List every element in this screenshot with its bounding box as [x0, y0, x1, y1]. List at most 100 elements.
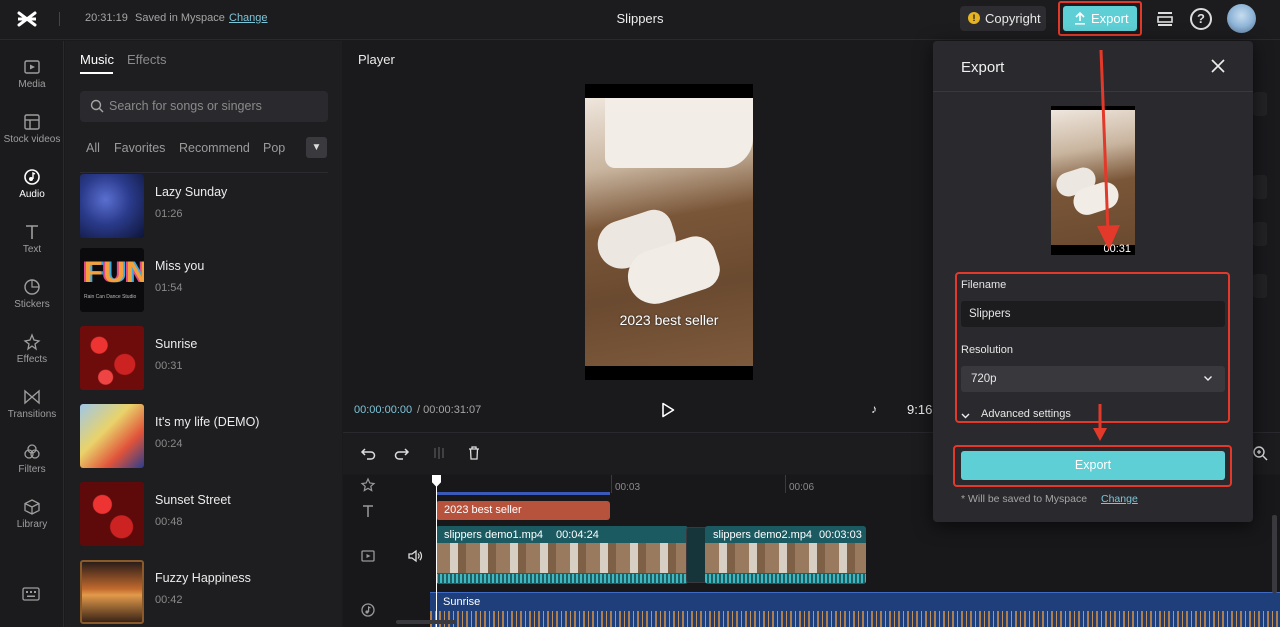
sidebar-item-effects[interactable]: Effects	[0, 333, 64, 383]
sidebar-item-label: Stickers	[14, 299, 50, 310]
text-icon	[26, 225, 38, 239]
list-item[interactable]: Lazy Sunday 01:26	[80, 174, 328, 240]
list-item[interactable]: It's my life (DEMO) 00:24	[80, 404, 328, 470]
song-thumbnail	[80, 482, 144, 546]
topbar-divider	[59, 12, 60, 26]
video-clip-2[interactable]: slippers demo2.mp4 00:03:03	[705, 526, 866, 584]
list-item[interactable]: Sunrise 00:31	[80, 326, 328, 392]
copyright-label: Copyright	[985, 11, 1041, 26]
song-thumbnail	[80, 326, 144, 390]
sidebar-item-library[interactable]: Library	[0, 498, 64, 548]
sidebar-item-filters[interactable]: Filters	[0, 443, 64, 493]
clip-name: slippers demo2.mp4	[713, 529, 813, 541]
clip-waveform	[705, 574, 866, 583]
song-duration: 00:48	[155, 516, 183, 528]
sidebar-item-label: Text	[22, 244, 42, 255]
clip-header: slippers demo2.mp4 00:03:03	[705, 526, 866, 543]
zoom-in-icon[interactable]	[1252, 445, 1268, 461]
capcut-logo-icon[interactable]	[16, 8, 38, 30]
sidebar-item-transitions[interactable]: Transitions	[0, 388, 64, 438]
export-top-button[interactable]: Export	[1063, 6, 1137, 31]
background-panel	[1253, 175, 1267, 199]
list-item[interactable]: Fuzzy Happiness 00:42	[80, 560, 328, 626]
library-icon	[24, 499, 40, 515]
search-input[interactable]: Search for songs or singers	[80, 91, 328, 122]
song-thumbnail	[80, 174, 144, 238]
divider	[80, 172, 328, 173]
stock-videos-icon	[24, 114, 40, 130]
music-panel: Music Effects Search for songs or singer…	[65, 41, 342, 627]
song-title: Miss you	[155, 259, 205, 273]
change-save-location-link[interactable]: Change	[1101, 493, 1138, 505]
vertical-scrollbar[interactable]	[1272, 515, 1277, 593]
clip-waveform	[436, 574, 688, 583]
horizontal-scrollbar[interactable]	[396, 620, 456, 624]
change-location-link[interactable]: Change	[229, 12, 268, 24]
sidebar-item-stock-videos[interactable]: Stock videos	[0, 113, 64, 163]
clip-frames	[705, 543, 866, 573]
filter-all[interactable]: All	[86, 141, 100, 155]
help-icon[interactable]: ?	[1190, 8, 1212, 30]
sidebar-item-text[interactable]: Text	[0, 223, 64, 273]
sidebar-item-stickers[interactable]: Stickers	[0, 278, 64, 328]
song-title: It's my life (DEMO)	[155, 415, 260, 429]
play-icon[interactable]	[661, 402, 675, 418]
effect-bar[interactable]	[436, 492, 610, 495]
effects-track-icon	[360, 477, 376, 492]
song-thumbnail	[80, 560, 144, 624]
tab-music[interactable]: Music	[80, 52, 114, 67]
text-clip[interactable]: 2023 best seller	[436, 501, 610, 520]
undo-icon[interactable]	[360, 445, 376, 461]
clip-frames	[436, 543, 688, 573]
sidebar-item-media[interactable]: Media	[0, 58, 64, 108]
song-thumbnail: FUN Rain Can Dance Studio	[80, 248, 144, 312]
song-duration: 00:24	[155, 438, 183, 450]
volume-icon[interactable]	[407, 548, 423, 564]
close-icon[interactable]	[1210, 58, 1226, 74]
playhead[interactable]	[436, 475, 437, 627]
tab-effects[interactable]: Effects	[127, 52, 167, 67]
copyright-button[interactable]: ! Copyright	[960, 6, 1046, 31]
video-caption: 2023 best seller	[619, 312, 719, 328]
active-tab-indicator	[80, 72, 113, 74]
delete-icon[interactable]	[466, 445, 482, 461]
list-item[interactable]: FUN Rain Can Dance Studio Miss you 01:54	[80, 248, 328, 314]
thumbnail-text: FUN	[84, 256, 144, 289]
search-icon	[90, 99, 104, 113]
video-clip-1[interactable]: slippers demo1.mp4 00:04:24	[436, 526, 688, 584]
sidebar-item-label: Transitions	[7, 409, 57, 420]
video-track-icon	[361, 550, 375, 562]
save-time: 20:31:19	[85, 12, 128, 24]
layers-icon[interactable]	[1155, 9, 1175, 29]
thumbnail-subtext: Rain Can Dance Studio	[84, 294, 137, 300]
chevron-down-icon[interactable]: ▼	[306, 137, 327, 158]
tiktok-icon[interactable]: ♪	[871, 402, 883, 416]
playhead-handle[interactable]	[432, 475, 441, 487]
project-title[interactable]: Slippers	[590, 11, 690, 26]
ruler-tick	[785, 475, 786, 493]
aspect-ratio[interactable]: 9:16	[907, 402, 932, 417]
left-icon-bar: Media Stock videos Audio Text Stickers E…	[0, 41, 64, 627]
split-icon[interactable]	[431, 445, 447, 461]
avatar[interactable]	[1227, 4, 1256, 33]
filter-recommend[interactable]: Recommend	[179, 141, 250, 155]
song-title: Lazy Sunday	[155, 185, 228, 199]
audio-icon	[24, 169, 40, 185]
sidebar-item-audio[interactable]: Audio	[0, 168, 64, 218]
filter-favorites[interactable]: Favorites	[114, 141, 165, 155]
song-duration: 01:54	[155, 282, 183, 294]
song-title: Sunrise	[155, 337, 198, 351]
search-placeholder: Search for songs or singers	[109, 99, 262, 113]
video-preview[interactable]: 2023 best seller	[585, 84, 753, 380]
filter-pop[interactable]: Pop	[263, 141, 285, 155]
ruler-label: 00:06	[789, 482, 815, 493]
stickers-icon	[24, 279, 40, 295]
audio-clip[interactable]: Sunrise	[430, 592, 1280, 627]
redo-icon[interactable]	[394, 445, 410, 461]
preview-duration: 00:31	[1103, 243, 1131, 255]
keyboard-icon[interactable]	[22, 587, 40, 601]
audio-clip-name: Sunrise	[443, 596, 481, 608]
list-item[interactable]: Sunset Street 00:48	[80, 482, 328, 548]
media-icon	[24, 60, 40, 74]
save-status: Saved in Myspace	[135, 12, 225, 24]
